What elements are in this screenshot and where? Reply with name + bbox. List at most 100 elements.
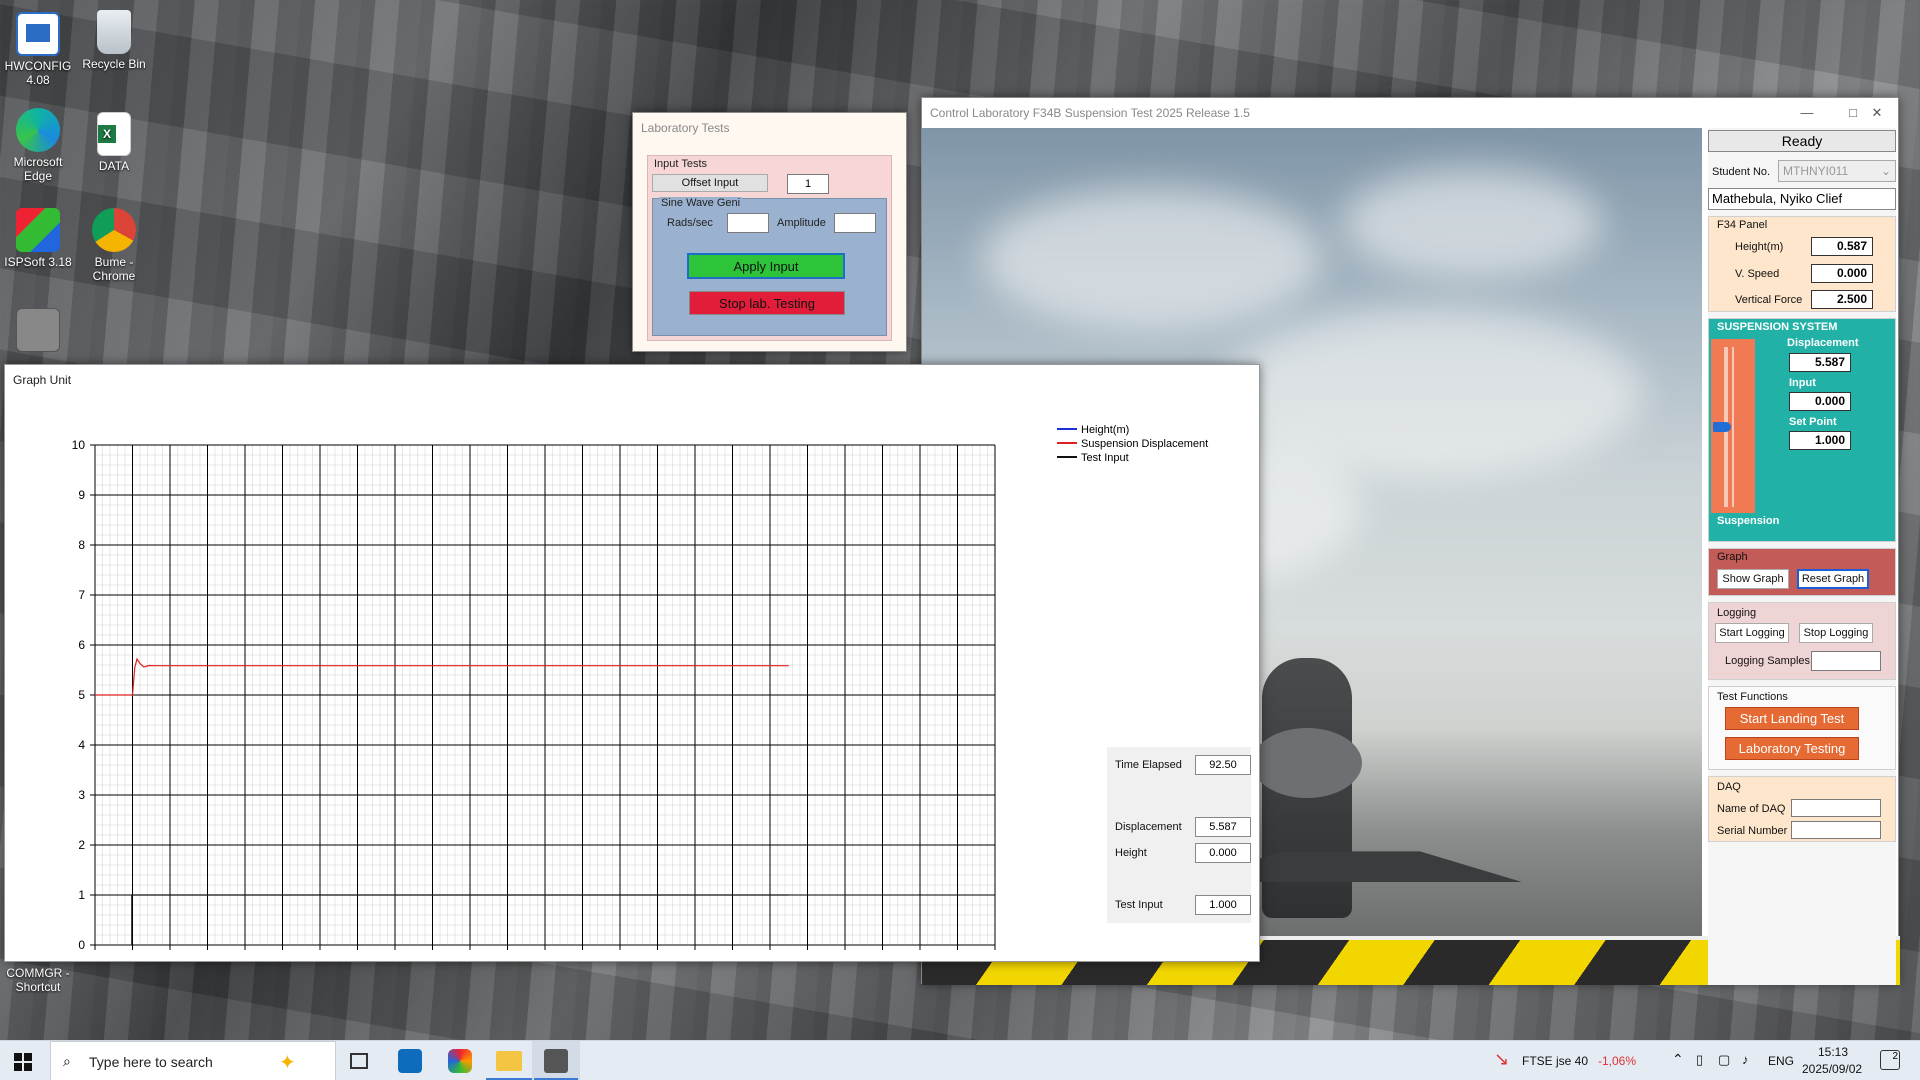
y-tick-label: 5 [78, 688, 85, 702]
show-graph-button[interactable]: Show Graph [1717, 569, 1789, 589]
battery-icon[interactable]: ▯ [1696, 1052, 1703, 1068]
sine-wave-label: Sine Wave Geni [659, 197, 743, 209]
daq-serial-label: Serial Number [1717, 825, 1788, 837]
daq-group: DAQ Name of DAQ Serial Number [1708, 776, 1896, 842]
task-view-icon[interactable] [350, 1053, 368, 1069]
rads-field[interactable] [727, 213, 769, 233]
taskbar: ⌕ Type here to search ✦ ↘ FTSE jse 40 -1… [0, 1040, 1920, 1080]
windows-start-icon[interactable] [14, 1053, 32, 1071]
desktop-icon-hwconfig[interactable]: HWCONFIG 4.08 [2, 12, 74, 87]
suspension-panel: SUSPENSION SYSTEM Displacement 5.587 Inp… [1708, 318, 1896, 542]
y-tick-label: 8 [78, 538, 85, 552]
outlook-icon[interactable] [398, 1049, 422, 1073]
daq-name-label: Name of DAQ [1717, 803, 1786, 815]
y-tick-label: 3 [78, 788, 85, 802]
slider-thumb[interactable] [1713, 422, 1731, 432]
desktop-icon-commgr[interactable]: COMMGR - Shortcut [2, 966, 74, 994]
desktop-icon-chrome[interactable]: Bume - Chrome [78, 208, 150, 283]
language-indicator[interactable]: ENG [1768, 1054, 1794, 1068]
x-tick-label: 0 [92, 954, 99, 955]
network-icon[interactable]: ▢ [1718, 1052, 1730, 1068]
graph-group-label: Graph [1717, 551, 1748, 563]
x-tick-label: 20 [238, 954, 252, 955]
m365-icon[interactable] [448, 1049, 472, 1073]
x-tick-label: 120 [985, 954, 1005, 955]
vforce-value: 2.500 [1811, 290, 1873, 309]
y-tick-label: 1 [78, 888, 85, 902]
desktop-icon-label: Recycle Bin [82, 57, 146, 71]
rads-label: Rads/sec [667, 217, 713, 229]
x-tick-label: 10 [163, 954, 177, 955]
daq-serial-field[interactable] [1791, 821, 1881, 839]
student-name-field[interactable]: Mathebula, Nyiko Clief [1708, 188, 1896, 210]
clock-time[interactable]: 15:13 [1818, 1045, 1848, 1059]
stop-logging-button[interactable]: Stop Logging [1799, 623, 1873, 643]
taskbar-app-f34[interactable] [532, 1041, 580, 1080]
x-tick-label: 35 [351, 954, 365, 955]
laboratory-testing-button[interactable]: Laboratory Testing [1725, 737, 1859, 760]
logging-samples-field[interactable] [1811, 651, 1881, 671]
amplitude-label: Amplitude [777, 217, 826, 229]
x-tick-label: 25 [276, 954, 290, 955]
search-icon: ⌕ [63, 1053, 71, 1069]
line-chart: 0510152025303540455055606570758085909510… [72, 424, 1209, 955]
start-landing-test-button[interactable]: Start Landing Test [1725, 707, 1859, 730]
height-readout-value: 0.000 [1195, 843, 1251, 863]
test-functions-label: Test Functions [1717, 691, 1788, 703]
input-value: 0.000 [1789, 392, 1851, 411]
chrome-icon [92, 208, 136, 252]
logging-samples-label: Logging Samples [1725, 655, 1811, 667]
main-window-title: Control Laboratory F34B Suspension Test … [922, 98, 1898, 128]
reset-graph-button[interactable]: Reset Graph [1797, 569, 1869, 589]
student-no-select[interactable]: MTHNYI011 ⌄ [1778, 160, 1896, 182]
amplitude-field[interactable] [834, 213, 876, 233]
jet-canopy [1252, 728, 1362, 798]
legend-label-2: Test Input [1081, 452, 1129, 464]
start-logging-button[interactable]: Start Logging [1715, 623, 1789, 643]
recycle-bin-icon [97, 10, 131, 54]
vspeed-value: 0.000 [1811, 264, 1873, 283]
close-icon[interactable]: ✕ [1854, 98, 1900, 128]
graph-window-title: Graph Unit [13, 373, 72, 387]
test-functions-group: Test Functions Start Landing Test Labora… [1708, 686, 1896, 770]
y-tick-label: 0 [78, 938, 85, 952]
desktop-icon-data[interactable]: X DATA [78, 112, 150, 173]
legend-label-1: Suspension Displacement [1081, 438, 1208, 450]
desktop-icon-label: Bume - Chrome [92, 255, 136, 283]
input-label: Input [1789, 377, 1816, 389]
x-tick-label: 60 [538, 954, 552, 955]
stop-lab-testing-button[interactable]: Stop lab. Testing [689, 291, 845, 315]
displacement-label: Displacement [1787, 337, 1859, 349]
x-tick-label: 90 [763, 954, 777, 955]
x-tick-label: 105 [872, 954, 892, 955]
graph-group: Graph Show Graph Reset Graph [1708, 548, 1896, 596]
apply-input-button[interactable]: Apply Input [687, 253, 845, 279]
x-tick-label: 40 [388, 954, 402, 955]
displacement-value: 5.587 [1789, 353, 1851, 372]
desktop-icon-f34-app[interactable] [2, 308, 74, 355]
suspension-slider[interactable] [1711, 339, 1755, 513]
desktop-icon-ispsoft[interactable]: ISPSoft 3.18 [2, 208, 74, 269]
volume-icon[interactable]: ♪ [1742, 1052, 1749, 1067]
clock-date[interactable]: 2025/09/02 [1802, 1062, 1862, 1076]
notification-icon[interactable]: 2 [1880, 1050, 1900, 1070]
daq-name-field[interactable] [1791, 799, 1881, 817]
offset-input-button[interactable]: Offset Input [652, 174, 768, 192]
displacement-readout-label: Displacement [1115, 821, 1182, 833]
taskbar-search-box[interactable]: ⌕ Type here to search ✦ [50, 1041, 336, 1080]
desktop-icon-label: ISPSoft 3.18 [4, 255, 72, 269]
daq-label: DAQ [1717, 781, 1741, 793]
laboratory-tests-window: Laboratory Tests Input Tests Offset Inpu… [632, 112, 907, 352]
height-label: Height(m) [1735, 241, 1784, 253]
student-no-label: Student No. [1712, 166, 1771, 178]
chevron-up-icon[interactable]: ⌃ [1672, 1051, 1684, 1068]
offset-value-field[interactable]: 1 [787, 174, 829, 194]
desktop-icon-edge[interactable]: Microsoft Edge [2, 108, 74, 183]
excel-file-icon: X [97, 112, 131, 156]
file-explorer-icon[interactable] [496, 1051, 522, 1071]
ticker-name[interactable]: FTSE jse 40 [1522, 1054, 1588, 1068]
desktop-icon-recycle-bin[interactable]: Recycle Bin [78, 10, 150, 71]
y-tick-label: 10 [72, 438, 86, 452]
x-tick-label: 100 [835, 954, 855, 955]
minimize-icon[interactable]: — [1784, 98, 1830, 128]
